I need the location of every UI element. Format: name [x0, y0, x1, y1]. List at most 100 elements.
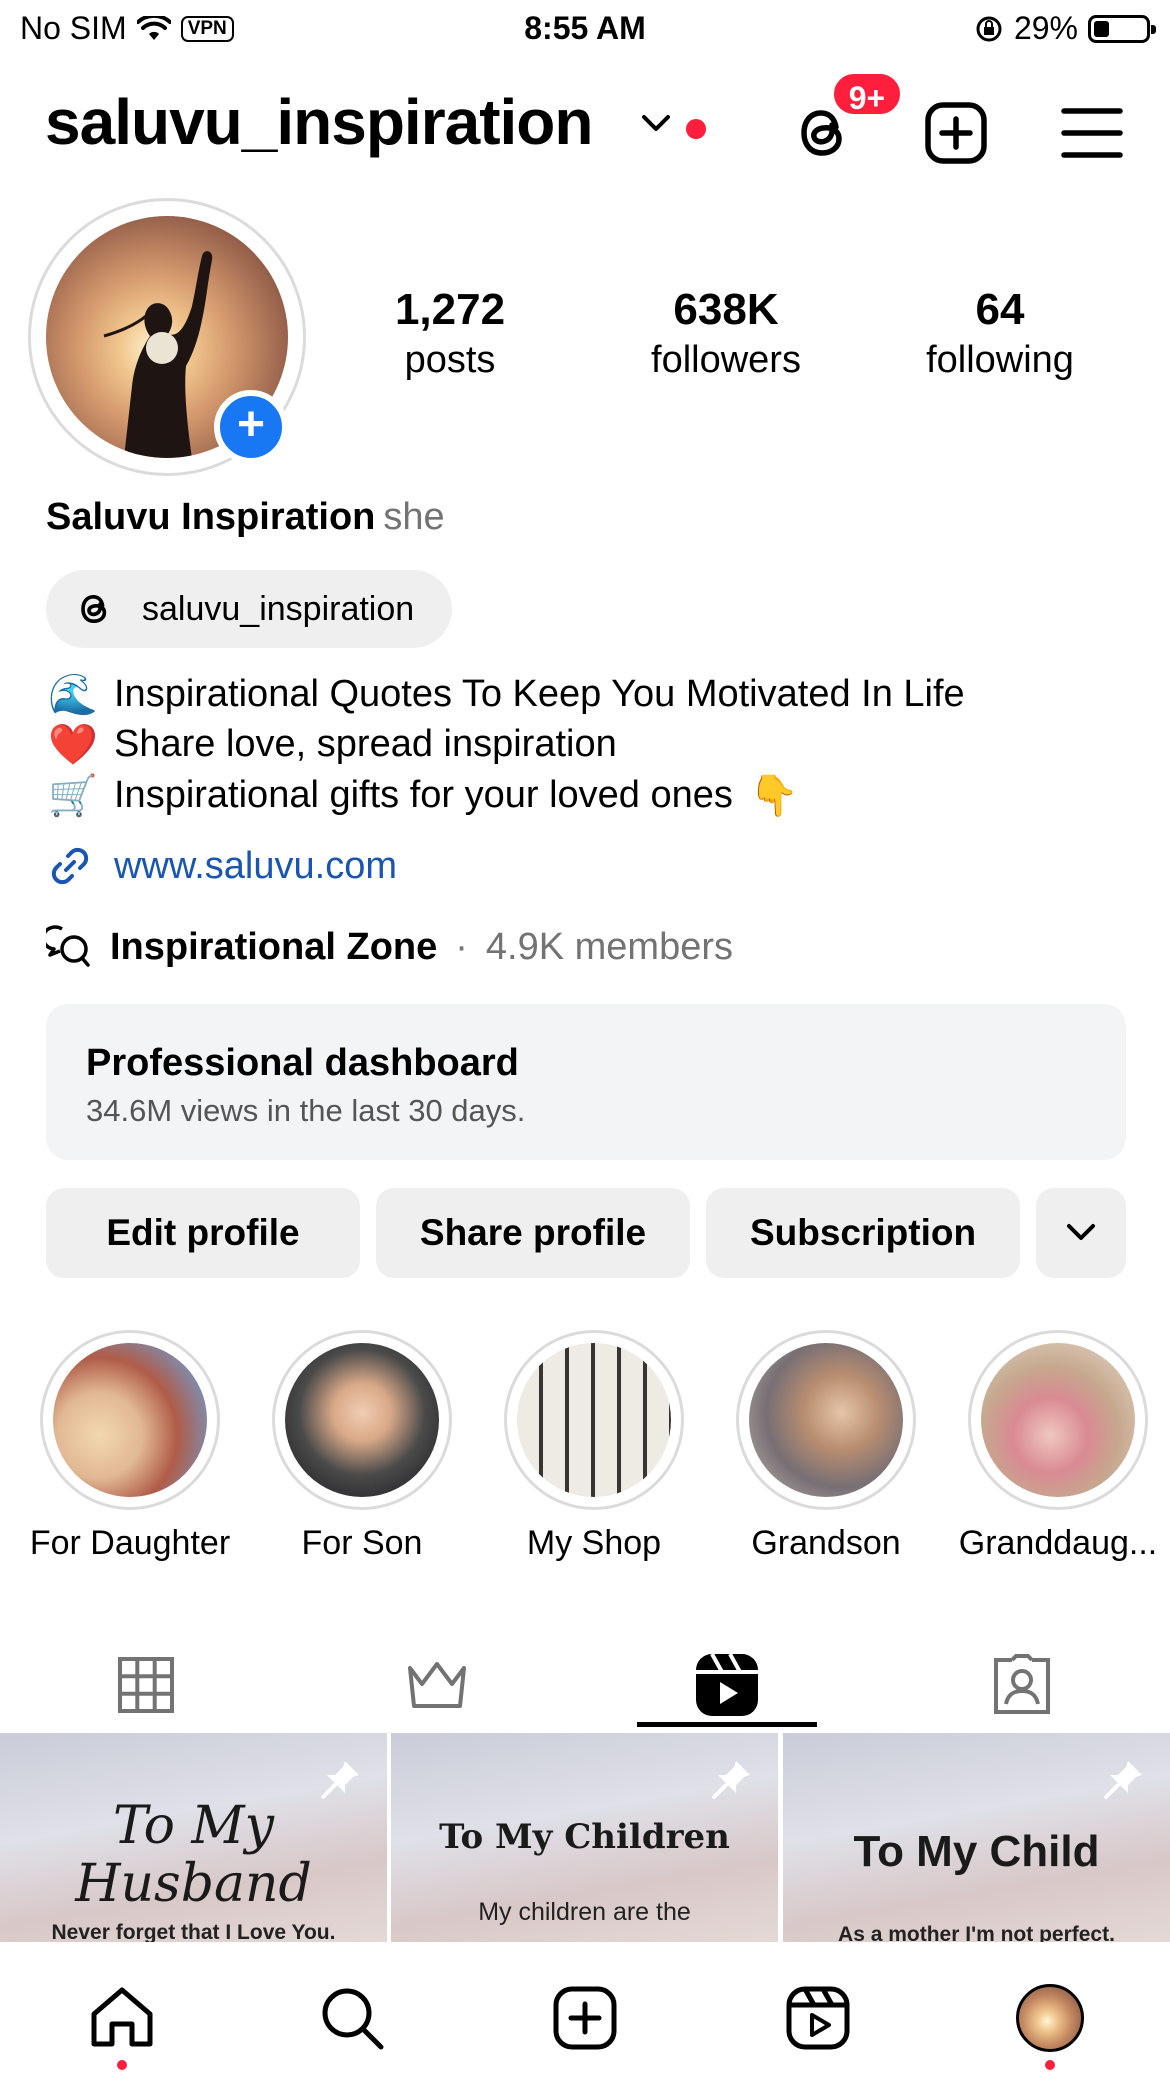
heart-emoji-icon: ❤️: [48, 722, 98, 767]
reel-tile[interactable]: To My Children My children are the: [391, 1733, 778, 1942]
notifications-badge[interactable]: 9+: [830, 70, 904, 118]
highlight-my-shop[interactable]: My Shop: [504, 1330, 684, 1563]
reel-subtitle: As a mother I'm not perfect.: [838, 1923, 1115, 1942]
channel-separator: ·: [455, 925, 468, 968]
highlight-ring: [272, 1330, 452, 1510]
website-link[interactable]: www.saluvu.com: [46, 842, 397, 890]
reel-subtitle: Never forget that I Love You.: [51, 1921, 336, 1942]
highlight-ring: [736, 1330, 916, 1510]
highlight-ring: [40, 1330, 220, 1510]
battery-icon: [1088, 14, 1156, 43]
bio-line-2: ❤️ Share love, spread inspiration: [46, 720, 617, 768]
tab-subscriptions[interactable]: [347, 1640, 527, 1730]
tagged-person-icon: [994, 1654, 1050, 1714]
highlight-for-daughter[interactable]: For Daughter: [30, 1330, 230, 1563]
link-icon: [51, 847, 89, 885]
following-label: following: [926, 339, 1074, 381]
display-name-text: Saluvu Inspiration: [46, 496, 376, 538]
pronouns: she: [383, 496, 445, 538]
highlight-cover-image: [285, 1343, 439, 1497]
highlight-label: For Son: [301, 1524, 423, 1562]
chevron-down-icon[interactable]: [640, 113, 672, 135]
search-icon: [322, 1988, 384, 2050]
username-title[interactable]: saluvu_inspiration: [45, 85, 593, 159]
stat-followers[interactable]: 638K followers: [606, 285, 846, 382]
highlight-ring: [968, 1330, 1148, 1510]
highlight-for-son[interactable]: For Son: [272, 1330, 452, 1563]
stat-posts[interactable]: 1,272 posts: [330, 285, 570, 382]
battery-percent: 29%: [1013, 10, 1078, 46]
pin-icon: [1104, 1761, 1142, 1799]
tab-reels[interactable]: [637, 1640, 817, 1730]
cart-emoji-icon: 🛒: [48, 773, 98, 818]
nav-reels[interactable]: [778, 1978, 858, 2058]
bio-line-1: 🌊 Inspirational Quotes To Keep You Motiv…: [46, 670, 965, 718]
reel-title: To My Husband: [75, 1796, 312, 1914]
pin-icon: [712, 1761, 750, 1799]
tab-tagged[interactable]: [932, 1640, 1112, 1730]
threads-profile-chip[interactable]: saluvu_inspiration: [46, 570, 452, 648]
subscription-button[interactable]: Subscription: [706, 1188, 1020, 1278]
bio-text-1: Inspirational Quotes To Keep You Motivat…: [114, 672, 965, 715]
suggestions-toggle-button[interactable]: [1036, 1188, 1126, 1278]
display-name: Saluvu Inspiration she: [46, 496, 445, 539]
edit-profile-button[interactable]: Edit profile: [46, 1188, 360, 1278]
highlight-granddaughter[interactable]: Granddaug...: [959, 1330, 1157, 1563]
add-story-button[interactable]: +: [214, 390, 288, 464]
highlight-grandson[interactable]: Grandson: [736, 1330, 916, 1563]
channel-members: 4.9K members: [485, 925, 733, 968]
reel-subtitle: My children are the: [478, 1898, 691, 1926]
threads-handle: saluvu_inspiration: [142, 589, 415, 628]
home-notification-dot: [117, 2060, 127, 2070]
nav-profile[interactable]: [1010, 1978, 1090, 2058]
bottom-navigation: [0, 1942, 1170, 2079]
account-notification-dot: [686, 119, 706, 139]
reel-title: To My Children: [439, 1817, 730, 1857]
reels-icon: [696, 1653, 758, 1716]
status-right: 29%: [974, 10, 1156, 47]
highlight-cover-image: [981, 1343, 1135, 1497]
nav-create[interactable]: [545, 1978, 625, 2058]
channel-name: Inspirational Zone: [110, 925, 438, 968]
highlight-cover-image: [53, 1343, 207, 1497]
profile-notification-dot: [1045, 2060, 1055, 2070]
share-profile-button[interactable]: Share profile: [376, 1188, 690, 1278]
active-tab-indicator: [637, 1722, 817, 1727]
broadcast-channel[interactable]: Inspirational Zone · 4.9K members: [46, 925, 733, 969]
dashboard-title: Professional dashboard: [86, 1042, 519, 1084]
grid-icon: [118, 1657, 174, 1713]
status-bar: No SIM VPN 8:55 AM 29%: [0, 0, 1170, 60]
crown-icon: [408, 1662, 466, 1708]
nav-home[interactable]: [82, 1978, 162, 2058]
reel-tile[interactable]: To My Husband Never forget that I Love Y…: [0, 1733, 387, 1942]
threads-icon: [81, 594, 107, 624]
highlight-cover-image: [517, 1343, 671, 1497]
highlight-label: My Shop: [526, 1524, 662, 1562]
chevron-down-icon: [1067, 1224, 1095, 1240]
tab-posts-grid[interactable]: [56, 1640, 236, 1730]
dashboard-subtitle: 34.6M views in the last 30 days.: [86, 1093, 526, 1128]
posts-count: 1,272: [394, 285, 506, 334]
profile-avatar-icon: [1016, 1984, 1084, 2052]
pin-icon: [321, 1761, 359, 1799]
highlight-label: For Daughter: [29, 1524, 231, 1562]
reel-tile[interactable]: To My Child As a mother I'm not perfect.: [783, 1733, 1170, 1942]
create-post-icon[interactable]: [920, 97, 992, 169]
menu-icon[interactable]: [1056, 97, 1128, 169]
highlight-label: Grandson: [751, 1524, 901, 1562]
chat-bubbles-icon: [46, 925, 90, 967]
create-post-icon: [553, 1986, 617, 2050]
highlight-cover-image: [749, 1343, 903, 1497]
website-url: www.saluvu.com: [114, 844, 397, 887]
posts-label: posts: [404, 339, 496, 381]
highlight-ring: [504, 1330, 684, 1510]
highlight-label: Granddaug...: [958, 1524, 1158, 1562]
bio-text-2: Share love, spread inspiration: [114, 722, 617, 765]
bio-line-3: 🛒 Inspirational gifts for your loved one…: [46, 771, 801, 819]
bio-text-3: Inspirational gifts for your loved ones: [114, 773, 733, 816]
nav-search[interactable]: [312, 1978, 392, 2058]
followers-count: 638K: [673, 285, 779, 334]
wave-emoji-icon: 🌊: [48, 672, 98, 717]
stat-following[interactable]: 64 following: [880, 285, 1120, 382]
professional-dashboard[interactable]: Professional dashboard 34.6M views in th…: [46, 1004, 1126, 1160]
